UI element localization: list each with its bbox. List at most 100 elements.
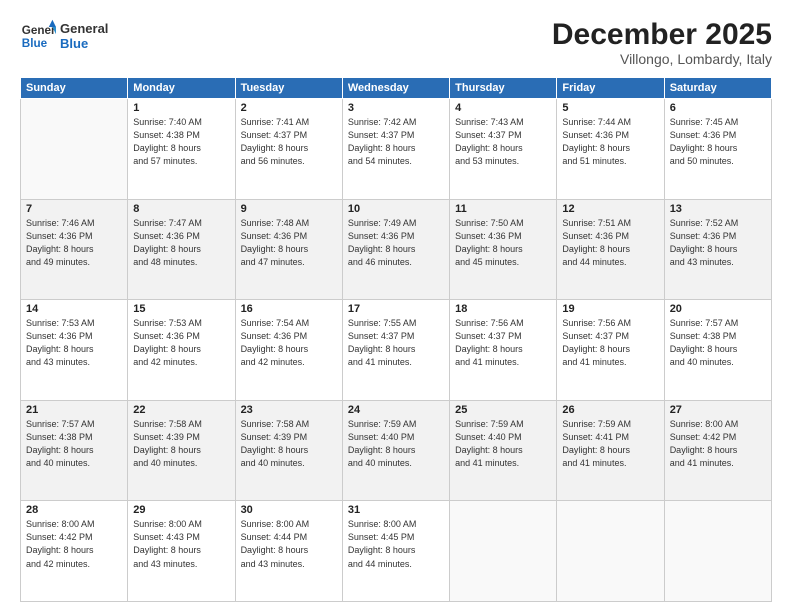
logo-line2: Blue <box>60 36 108 51</box>
calendar-cell: 11 Sunrise: 7:50 AM Sunset: 4:36 PM Dayli… <box>450 199 557 300</box>
calendar-cell: 30 Sunrise: 8:00 AM Sunset: 4:44 PM Dayli… <box>235 501 342 602</box>
day-number: 3 <box>348 102 444 114</box>
day-info: Sunrise: 7:43 AM Sunset: 4:37 PM Dayligh… <box>455 116 551 168</box>
calendar-cell: 22 Sunrise: 7:58 AM Sunset: 4:39 PM Dayli… <box>128 400 235 501</box>
svg-text:Blue: Blue <box>22 37 48 50</box>
day-info: Sunrise: 7:42 AM Sunset: 4:37 PM Dayligh… <box>348 116 444 168</box>
day-info: Sunrise: 7:50 AM Sunset: 4:36 PM Dayligh… <box>455 217 551 269</box>
calendar-cell: 1 Sunrise: 7:40 AM Sunset: 4:38 PM Daylig… <box>128 99 235 200</box>
day-header-thursday: Thursday <box>450 78 557 99</box>
calendar-cell: 2 Sunrise: 7:41 AM Sunset: 4:37 PM Daylig… <box>235 99 342 200</box>
calendar-week-5: 28 Sunrise: 8:00 AM Sunset: 4:42 PM Dayli… <box>21 501 772 602</box>
day-header-tuesday: Tuesday <box>235 78 342 99</box>
month-title: December 2025 <box>552 18 772 51</box>
calendar-cell: 12 Sunrise: 7:51 AM Sunset: 4:36 PM Dayli… <box>557 199 664 300</box>
calendar-cell: 6Sunrise: 7:45 AM Sunset: 4:36 PM Daylig… <box>664 99 771 200</box>
calendar-cell <box>450 501 557 602</box>
day-info: Sunrise: 7:45 AM Sunset: 4:36 PM Dayligh… <box>670 116 766 168</box>
day-info: Sunrise: 7:49 AM Sunset: 4:36 PM Dayligh… <box>348 217 444 269</box>
location: Villongo, Lombardy, Italy <box>552 51 772 67</box>
day-info: Sunrise: 7:58 AM Sunset: 4:39 PM Dayligh… <box>241 418 337 470</box>
day-info: Sunrise: 7:56 AM Sunset: 4:37 PM Dayligh… <box>562 317 658 369</box>
day-number: 28 <box>26 504 122 516</box>
calendar-cell: 29 Sunrise: 8:00 AM Sunset: 4:43 PM Dayli… <box>128 501 235 602</box>
calendar-cell: 17 Sunrise: 7:55 AM Sunset: 4:37 PM Dayli… <box>342 300 449 401</box>
calendar-cell: 14Sunrise: 7:53 AM Sunset: 4:36 PM Dayli… <box>21 300 128 401</box>
calendar-cell <box>21 99 128 200</box>
day-info: Sunrise: 7:56 AM Sunset: 4:37 PM Dayligh… <box>455 317 551 369</box>
day-number: 11 <box>455 203 551 215</box>
day-info: Sunrise: 7:52 AM Sunset: 4:36 PM Dayligh… <box>670 217 766 269</box>
calendar-cell: 13 Sunrise: 7:52 AM Sunset: 4:36 PM Dayli… <box>664 199 771 300</box>
day-info: Sunrise: 7:59 AM Sunset: 4:40 PM Dayligh… <box>455 418 551 470</box>
calendar-cell: 5 Sunrise: 7:44 AM Sunset: 4:36 PM Daylig… <box>557 99 664 200</box>
day-number: 31 <box>348 504 444 516</box>
day-number: 26 <box>562 404 658 416</box>
day-info: Sunrise: 7:40 AM Sunset: 4:38 PM Dayligh… <box>133 116 229 168</box>
day-info: Sunrise: 7:48 AM Sunset: 4:36 PM Dayligh… <box>241 217 337 269</box>
calendar-table: SundayMondayTuesdayWednesdayThursdayFrid… <box>20 77 772 602</box>
day-info: Sunrise: 7:55 AM Sunset: 4:37 PM Dayligh… <box>348 317 444 369</box>
calendar-cell: 8 Sunrise: 7:47 AM Sunset: 4:36 PM Daylig… <box>128 199 235 300</box>
day-number: 12 <box>562 203 658 215</box>
calendar-cell <box>664 501 771 602</box>
calendar-cell: 9 Sunrise: 7:48 AM Sunset: 4:36 PM Daylig… <box>235 199 342 300</box>
day-header-saturday: Saturday <box>664 78 771 99</box>
day-header-wednesday: Wednesday <box>342 78 449 99</box>
calendar-cell: 26 Sunrise: 7:59 AM Sunset: 4:41 PM Dayli… <box>557 400 664 501</box>
day-number: 13 <box>670 203 766 215</box>
calendar-cell: 21Sunrise: 7:57 AM Sunset: 4:38 PM Dayli… <box>21 400 128 501</box>
day-info: Sunrise: 7:59 AM Sunset: 4:41 PM Dayligh… <box>562 418 658 470</box>
day-header-sunday: Sunday <box>21 78 128 99</box>
calendar-cell: 18 Sunrise: 7:56 AM Sunset: 4:37 PM Dayli… <box>450 300 557 401</box>
logo-line1: General <box>60 21 108 36</box>
calendar-cell: 19 Sunrise: 7:56 AM Sunset: 4:37 PM Dayli… <box>557 300 664 401</box>
day-number: 19 <box>562 303 658 315</box>
day-info: Sunrise: 7:53 AM Sunset: 4:36 PM Dayligh… <box>26 317 122 369</box>
calendar-cell: 24Sunrise: 7:59 AM Sunset: 4:40 PM Dayli… <box>342 400 449 501</box>
day-number: 2 <box>241 102 337 114</box>
day-info: Sunrise: 8:00 AM Sunset: 4:44 PM Dayligh… <box>241 518 337 570</box>
general-blue-icon: General Blue <box>20 18 56 54</box>
calendar-cell: 20Sunrise: 7:57 AM Sunset: 4:38 PM Dayli… <box>664 300 771 401</box>
day-number: 20 <box>670 303 766 315</box>
calendar-cell: 28 Sunrise: 8:00 AM Sunset: 4:42 PM Dayli… <box>21 501 128 602</box>
header: General Blue General Blue December 2025 … <box>20 18 772 67</box>
day-number: 17 <box>348 303 444 315</box>
day-info: Sunrise: 7:54 AM Sunset: 4:36 PM Dayligh… <box>241 317 337 369</box>
day-header-friday: Friday <box>557 78 664 99</box>
day-info: Sunrise: 7:53 AM Sunset: 4:36 PM Dayligh… <box>133 317 229 369</box>
day-number: 5 <box>562 102 658 114</box>
day-number: 30 <box>241 504 337 516</box>
day-info: Sunrise: 7:44 AM Sunset: 4:36 PM Dayligh… <box>562 116 658 168</box>
calendar-cell: 10Sunrise: 7:49 AM Sunset: 4:36 PM Dayli… <box>342 199 449 300</box>
day-info: Sunrise: 7:59 AM Sunset: 4:40 PM Dayligh… <box>348 418 444 470</box>
day-number: 18 <box>455 303 551 315</box>
day-info: Sunrise: 7:47 AM Sunset: 4:36 PM Dayligh… <box>133 217 229 269</box>
day-info: Sunrise: 7:51 AM Sunset: 4:36 PM Dayligh… <box>562 217 658 269</box>
day-number: 23 <box>241 404 337 416</box>
day-number: 7 <box>26 203 122 215</box>
day-number: 9 <box>241 203 337 215</box>
day-number: 29 <box>133 504 229 516</box>
day-info: Sunrise: 8:00 AM Sunset: 4:42 PM Dayligh… <box>26 518 122 570</box>
day-number: 25 <box>455 404 551 416</box>
day-info: Sunrise: 7:58 AM Sunset: 4:39 PM Dayligh… <box>133 418 229 470</box>
day-number: 22 <box>133 404 229 416</box>
day-number: 4 <box>455 102 551 114</box>
day-number: 8 <box>133 203 229 215</box>
day-header-monday: Monday <box>128 78 235 99</box>
calendar-cell: 25 Sunrise: 7:59 AM Sunset: 4:40 PM Dayli… <box>450 400 557 501</box>
calendar-cell <box>557 501 664 602</box>
day-info: Sunrise: 8:00 AM Sunset: 4:43 PM Dayligh… <box>133 518 229 570</box>
calendar-cell: 4 Sunrise: 7:43 AM Sunset: 4:37 PM Daylig… <box>450 99 557 200</box>
title-block: December 2025 Villongo, Lombardy, Italy <box>552 18 772 67</box>
calendar-cell: 23 Sunrise: 7:58 AM Sunset: 4:39 PM Dayli… <box>235 400 342 501</box>
day-info: Sunrise: 7:41 AM Sunset: 4:37 PM Dayligh… <box>241 116 337 168</box>
calendar-week-4: 21Sunrise: 7:57 AM Sunset: 4:38 PM Dayli… <box>21 400 772 501</box>
calendar-week-2: 7Sunrise: 7:46 AM Sunset: 4:36 PM Daylig… <box>21 199 772 300</box>
page: General Blue General Blue December 2025 … <box>0 0 792 612</box>
day-number: 1 <box>133 102 229 114</box>
calendar-cell: 7Sunrise: 7:46 AM Sunset: 4:36 PM Daylig… <box>21 199 128 300</box>
day-number: 21 <box>26 404 122 416</box>
